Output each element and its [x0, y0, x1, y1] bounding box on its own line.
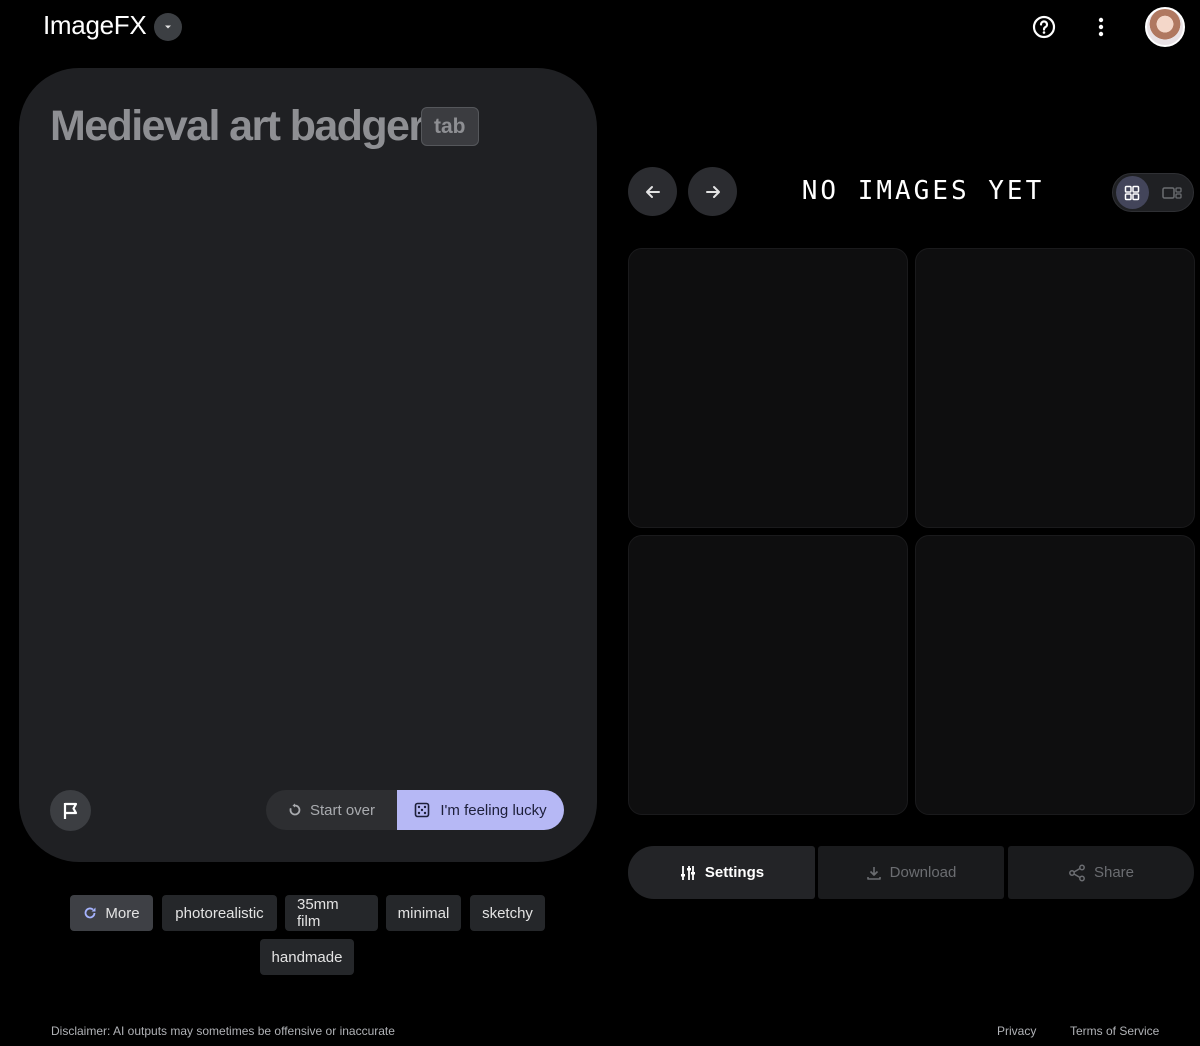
- grid-icon: [1125, 185, 1140, 200]
- reset-icon: [289, 803, 301, 816]
- help-button[interactable]: [1031, 14, 1057, 40]
- terms-link[interactable]: Terms of Service: [1070, 1024, 1159, 1038]
- tab-key-hint: tab: [421, 107, 479, 146]
- image-slot[interactable]: [915, 535, 1195, 815]
- tune-icon: [680, 865, 695, 880]
- carousel-icon: [1162, 186, 1182, 199]
- start-over-button[interactable]: Start over: [266, 790, 397, 830]
- single-view-button[interactable]: [1155, 176, 1190, 209]
- download-label: Download: [889, 864, 957, 881]
- gallery-status: NO IMAGES YET: [801, 176, 1045, 206]
- next-button[interactable]: [688, 167, 737, 216]
- app-switcher-button[interactable]: [154, 13, 182, 41]
- image-slot[interactable]: [915, 248, 1195, 528]
- disclaimer-text: Disclaimer: AI outputs may sometimes be …: [51, 1024, 395, 1038]
- chip-handmade[interactable]: handmade: [260, 939, 354, 975]
- more-options-button[interactable]: [1090, 14, 1112, 40]
- download-button[interactable]: Download: [818, 846, 1004, 899]
- share-button[interactable]: Share: [1008, 846, 1194, 899]
- share-label: Share: [1093, 864, 1135, 881]
- refresh-icon: [85, 907, 96, 919]
- image-slot[interactable]: [628, 535, 908, 815]
- arrow-left-icon: [645, 185, 660, 198]
- start-over-label: Start over: [309, 801, 376, 819]
- dice-icon: [415, 802, 430, 818]
- report-button[interactable]: [50, 790, 91, 831]
- chip-sketchy[interactable]: sketchy: [470, 895, 545, 931]
- flag-icon: [63, 802, 77, 819]
- settings-button[interactable]: Settings: [628, 846, 815, 899]
- share-icon: [1069, 864, 1085, 881]
- help-icon: [1032, 15, 1056, 39]
- more-chips-button[interactable]: More: [70, 895, 153, 931]
- grid-view-button[interactable]: [1116, 176, 1149, 209]
- app-title[interactable]: ImageFX: [43, 10, 147, 41]
- settings-label: Settings: [704, 864, 765, 881]
- chip-photorealistic[interactable]: photorealistic: [162, 895, 277, 931]
- previous-button[interactable]: [628, 167, 677, 216]
- image-slot[interactable]: [628, 248, 908, 528]
- feeling-lucky-label: I'm feeling lucky: [440, 801, 547, 819]
- feeling-lucky-button[interactable]: I'm feeling lucky: [397, 790, 564, 830]
- more-chips-label: More: [105, 904, 140, 922]
- chevron-down-icon: [165, 25, 171, 29]
- prompt-input[interactable]: Medieval art badger: [50, 102, 425, 151]
- prompt-card: Medieval art badger tab Start over I'm f…: [19, 68, 597, 862]
- prompt-actions: Start over I'm feeling lucky: [266, 790, 564, 830]
- more-vert-icon: [1098, 17, 1104, 37]
- arrow-right-icon: [705, 185, 720, 198]
- privacy-link[interactable]: Privacy: [997, 1024, 1036, 1038]
- account-avatar[interactable]: [1145, 7, 1185, 47]
- view-toggle: [1112, 173, 1194, 212]
- download-icon: [866, 866, 881, 880]
- chip-minimal[interactable]: minimal: [386, 895, 461, 931]
- chip-35mm-film[interactable]: 35mm film: [285, 895, 378, 931]
